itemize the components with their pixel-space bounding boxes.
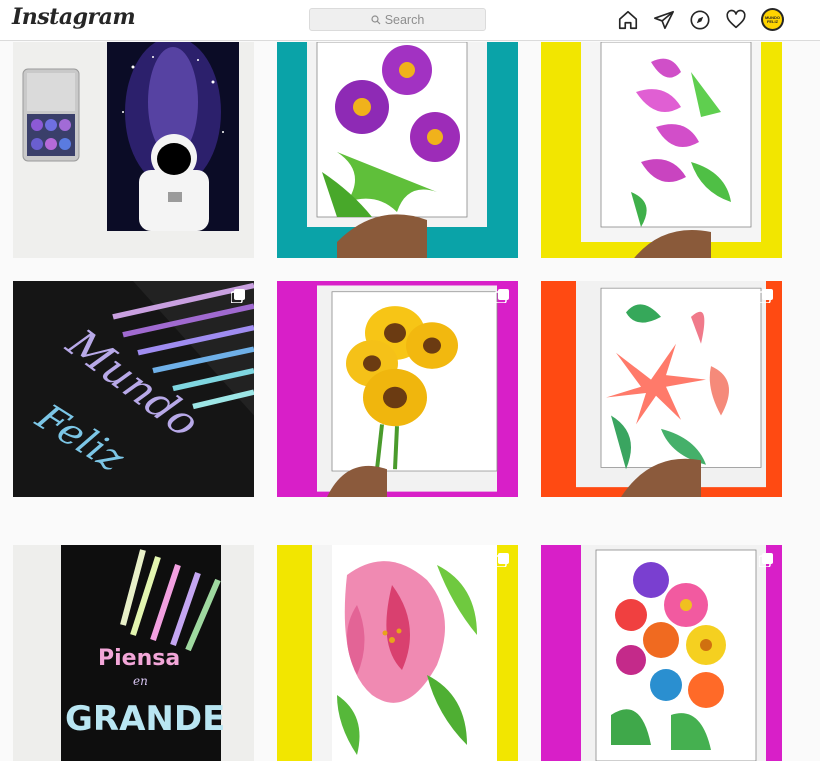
carousel-icon xyxy=(759,289,773,303)
explore-button[interactable] xyxy=(688,8,712,32)
post-sunflowers[interactable] xyxy=(277,281,518,497)
lettering-grande: GRANDE xyxy=(65,699,225,739)
carousel-icon xyxy=(231,289,245,303)
carousel-icon xyxy=(495,289,509,303)
post-image xyxy=(13,42,254,258)
search-input[interactable]: Search xyxy=(309,8,486,31)
post-image xyxy=(541,42,782,258)
post-image xyxy=(541,545,782,761)
search-placeholder: Search xyxy=(384,12,425,27)
post-piensa-en-grande[interactable]: Piensa en GRANDE xyxy=(13,545,254,761)
explore-icon xyxy=(690,10,710,30)
post-image xyxy=(277,42,518,258)
direct-messages-button[interactable] xyxy=(652,8,676,32)
post-astronaut[interactable] xyxy=(13,42,254,258)
profile-avatar[interactable]: MUNDO FELIZ xyxy=(761,8,784,31)
direct-messages-icon xyxy=(654,10,674,30)
post-mundo-feliz[interactable]: Mundo Feliz xyxy=(13,281,254,497)
post-image xyxy=(277,545,518,761)
lettering-en: en xyxy=(133,674,148,688)
post-image: Piensa en GRANDE xyxy=(13,545,254,761)
post-pink-lily[interactable] xyxy=(277,545,518,761)
search-icon xyxy=(371,14,381,24)
carousel-icon xyxy=(495,553,509,567)
top-navigation-bar: Instagram Search MUNDO FELIZ xyxy=(0,0,820,41)
post-purple-flowers[interactable] xyxy=(277,42,518,258)
lettering-piensa: Piensa xyxy=(98,646,180,671)
avatar-logo: MUNDO FELIZ xyxy=(763,10,782,29)
post-lily[interactable] xyxy=(541,281,782,497)
post-image xyxy=(541,281,782,497)
post-image: Mundo Feliz xyxy=(13,281,254,497)
instagram-logo[interactable]: Instagram xyxy=(12,4,136,30)
post-image xyxy=(277,281,518,497)
post-mixed-flowers[interactable] xyxy=(541,545,782,761)
home-icon xyxy=(618,10,638,30)
activity-heart-icon xyxy=(726,9,746,29)
activity-button[interactable] xyxy=(724,8,748,32)
carousel-icon xyxy=(759,553,773,567)
post-gladiolus[interactable] xyxy=(541,42,782,258)
home-button[interactable] xyxy=(616,8,640,32)
